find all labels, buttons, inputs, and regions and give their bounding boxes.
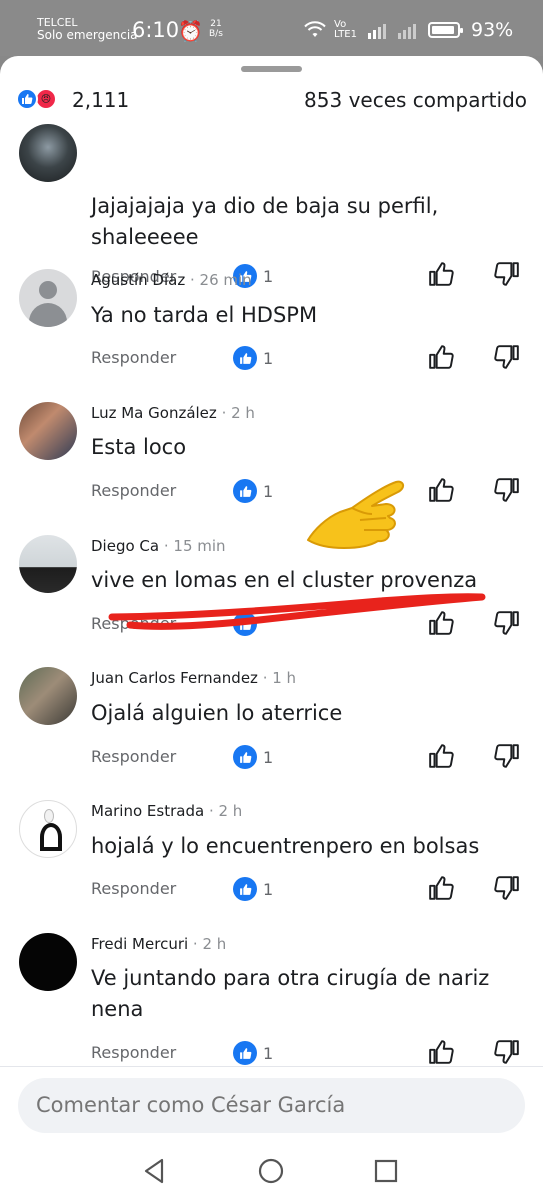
comment-text: Ve juntando para otra cirugía de nariz n… [91,966,490,1021]
reply-button[interactable]: Responder [91,614,176,633]
thumbs-up-icon[interactable] [428,1039,454,1065]
like-count: 1 [263,482,274,501]
thumbs-down-icon[interactable] [494,344,520,370]
data-speed-value: 21 [210,19,222,29]
carrier-status: Solo emergencia [37,28,138,42]
wifi-icon [304,21,326,37]
signal-icon [368,24,386,39]
author-name[interactable]: Diego Ca [91,537,159,555]
like-icon [233,612,257,636]
thumbs-down-icon[interactable] [494,875,520,901]
share-count[interactable]: 853 veces compartido [304,88,527,112]
reply-button[interactable]: Responder [91,747,176,766]
like-icon [233,877,257,901]
angry-icon: 😠 [35,88,57,110]
avatar[interactable] [19,124,77,182]
comment-text: Ya no tarda el HDSPM [91,303,318,327]
comments-sheet: 😠 2,111 853 veces compartido Jajajajaja … [0,56,543,1200]
alarm-icon: ⏰ [178,19,203,43]
comment-time: · 26 min [185,271,252,289]
status-bar: TELCEL Solo emergencia 6:10 ⏰ 21 B/s Vo … [0,0,543,56]
thumbs-down-icon[interactable] [494,261,520,287]
comment-time: · 2 h [188,935,227,953]
like-count: 1 [263,1044,274,1063]
avatar[interactable] [19,535,77,593]
like-count: 1 [263,880,274,899]
comment-time: · 1 h [257,669,297,687]
thumbs-down-icon[interactable] [494,743,520,769]
reply-button[interactable]: Responder [91,1043,176,1062]
comment-input[interactable] [18,1078,525,1133]
comment-text: Jajajajaja ya dio de baja su perfil, sha… [91,194,439,249]
author-name[interactable]: Juan Carlos Fernandez [91,669,258,687]
reply-button[interactable]: Responder [91,348,176,367]
thumbs-down-icon[interactable] [494,1039,520,1065]
reply-button[interactable]: Responder [91,481,176,500]
comment-time: · 2 h [216,404,255,422]
comment-text: Esta loco [91,435,187,459]
network-type: Vo LTE1 [334,19,357,40]
like-icon [233,745,257,769]
comment-author[interactable]: Marino Estrada · 2 h [91,802,242,820]
clock: 6:10 [132,18,180,42]
thumbs-down-icon[interactable] [494,610,520,636]
like-icon [233,479,257,503]
thumbs-down-icon[interactable] [494,477,520,503]
avatar[interactable] [19,933,77,991]
comment-author[interactable]: Diego Ca · 15 min [91,537,226,555]
reaction-count: 2,111 [72,88,130,112]
like-count: 1 [263,748,274,767]
home-icon[interactable] [255,1155,287,1187]
thumbs-up-icon[interactable] [428,743,454,769]
like-icon [233,1041,257,1065]
comment-author[interactable]: Agustín Díaz · 26 min [91,271,252,289]
comment-time: · 2 h [204,802,243,820]
recents-icon[interactable] [370,1155,402,1187]
pointing-hand-emoji [307,480,404,549]
comment-author[interactable]: Luz Ma González · 2 h [91,404,255,422]
author-name[interactable]: Agustín Díaz [91,271,185,289]
system-nav-bar [0,1143,543,1200]
reactions-summary[interactable]: 😠 2,111 853 veces compartido [16,86,527,114]
carrier-info: TELCEL Solo emergencia [37,16,138,42]
comment-author[interactable]: Fredi Mercuri · 2 h [91,935,226,953]
comment-composer [0,1066,543,1144]
battery-icon [428,22,463,38]
signal-2-icon [398,24,416,39]
back-icon[interactable] [139,1155,171,1187]
battery-percent: 93% [471,19,514,41]
reply-button[interactable]: Responder [91,879,176,898]
comment-author[interactable]: Juan Carlos Fernandez · 1 h [91,669,296,687]
thumbs-up-icon[interactable] [428,477,454,503]
comment-text: hojalá y lo encuentrenpero en bolsas [91,834,480,858]
thumbs-up-icon[interactable] [428,344,454,370]
data-speed-unit: B/s [209,29,223,39]
status-icons: Vo LTE1 [304,18,463,42]
comment-text: Ojalá alguien lo aterrice [91,701,343,725]
author-name[interactable]: Fredi Mercuri [91,935,188,953]
avatar[interactable] [19,402,77,460]
thumbs-up-icon[interactable] [428,261,454,287]
comment-time: · 15 min [159,537,226,555]
avatar[interactable] [19,800,77,858]
author-name[interactable]: Marino Estrada [91,802,204,820]
avatar[interactable] [19,667,77,725]
author-name[interactable]: Luz Ma González [91,404,217,422]
like-icon [233,346,257,370]
drag-handle[interactable] [241,66,302,72]
comment-text: vive en lomas en el cluster provenza [91,568,478,592]
like-icon [16,88,38,110]
thumbs-up-icon[interactable] [428,875,454,901]
avatar[interactable] [19,269,77,327]
like-count: 1 [263,349,274,368]
data-speed: 21 B/s [209,19,223,39]
like-count: 1 [263,267,274,286]
thumbs-up-icon[interactable] [428,610,454,636]
